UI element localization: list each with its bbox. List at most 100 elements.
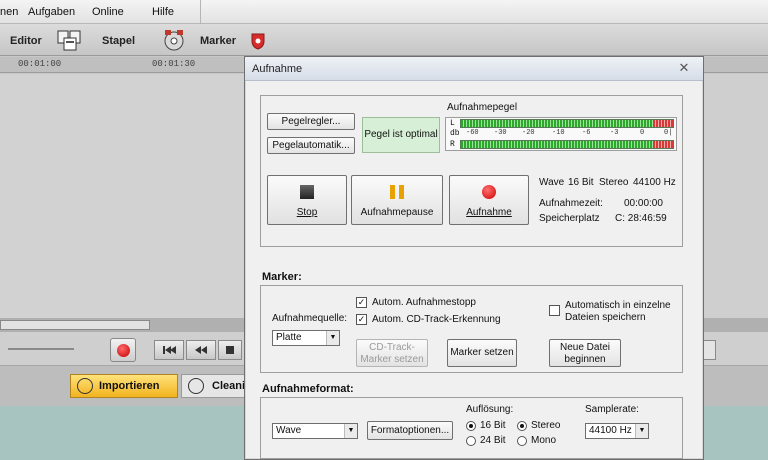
meter-db-label: db	[450, 129, 460, 138]
meter-peak-right	[653, 141, 673, 148]
marker-shield-icon[interactable]	[250, 28, 266, 52]
stop-icon	[300, 185, 314, 199]
bit16-radio[interactable]	[466, 421, 476, 431]
dialog-titlebar[interactable]: Aufnahme ✕	[245, 57, 703, 81]
space-value: C: 28:46:59	[615, 213, 667, 224]
transport-end-button[interactable]	[702, 340, 716, 360]
pegelregler-button[interactable]: Pegelregler...	[267, 113, 355, 130]
resolution-label: Auflösung:	[466, 404, 514, 415]
scale-tick: -6	[582, 129, 591, 137]
cd-track-label: Autom. CD-Track-Erkennung	[372, 314, 501, 325]
import-icon	[77, 378, 93, 394]
stereo-radio[interactable]	[517, 421, 527, 431]
rate-info: 44100 Hz	[633, 177, 676, 188]
samplerate-select[interactable]: 44100 Hz ▼	[585, 423, 649, 439]
ruler-tick: 00:01:30	[152, 59, 196, 69]
cd-track-marker-button[interactable]: CD-Track- Marker setzen	[356, 339, 428, 367]
level-meter: L db -60 -30 -20 -10 -6 -3 0 0| R	[445, 117, 677, 151]
scale-tick: -30	[494, 129, 507, 137]
format-info: Wave	[539, 177, 565, 188]
bits-info: 16 Bit	[568, 177, 594, 188]
format-section-title: Aufnahmeformat:	[262, 383, 354, 395]
meter-scale: -60 -30 -20 -10 -6 -3 0 0|	[460, 129, 674, 139]
stapel-button[interactable]: Stapel	[102, 35, 135, 47]
batch-icon[interactable]	[56, 28, 84, 52]
scale-tick: 0|	[664, 129, 673, 137]
ruler-tick: 00:01:00	[18, 59, 62, 69]
menu-item-hilfe[interactable]: Hilfe	[152, 6, 174, 18]
record-button[interactable]: Aufnahme	[449, 175, 529, 225]
pegelautomatik-button[interactable]: Pegelautomatik...	[267, 137, 355, 154]
channels-info: Stereo	[599, 177, 629, 188]
chevron-down-icon: ▼	[635, 424, 648, 438]
mono-label: Mono	[531, 435, 557, 446]
menu-item-online[interactable]: Online	[92, 6, 124, 18]
auto-stop-label: Autom. Aufnahmestopp	[372, 297, 476, 308]
editor-button[interactable]: Editor	[10, 35, 42, 47]
bit16-label: 16 Bit	[480, 420, 506, 431]
time-label: Aufnahmezeit:	[539, 198, 603, 209]
main-record-button[interactable]	[110, 338, 136, 362]
scrollbar-thumb[interactable]	[0, 320, 150, 330]
menu-divider	[200, 0, 201, 24]
bit24-radio[interactable]	[466, 436, 476, 446]
pause-button[interactable]: Aufnahmepause	[351, 175, 443, 225]
dialog-title: Aufnahme	[252, 63, 303, 75]
menu-bar: nen Aufgaben Online Hilfe	[0, 0, 768, 24]
scale-tick: -10	[552, 129, 565, 137]
new-file-button[interactable]: Neue Datei beginnen	[549, 339, 621, 367]
cd-label-icon[interactable]	[160, 28, 188, 52]
menu-item-aufgaben[interactable]: Aufgaben	[28, 6, 75, 18]
meter-channel-left: L	[450, 119, 455, 128]
record-label: Aufnahme	[466, 207, 512, 218]
split-label-line2: Dateien speichern	[565, 312, 646, 323]
format-select[interactable]: Wave ▼	[272, 423, 358, 439]
cd-track-btn-line2: Marker setzen	[360, 354, 424, 365]
cleaning-icon	[188, 378, 204, 394]
zoom-slider[interactable]	[8, 348, 74, 350]
main-toolbar: Editor Stapel Marker	[0, 24, 768, 56]
time-value: 00:00:00	[624, 198, 663, 209]
tab-importieren[interactable]: Importieren	[70, 374, 178, 398]
rewind-icon	[195, 346, 207, 354]
stop-main-button[interactable]	[218, 340, 242, 360]
scale-tick: 0	[640, 129, 645, 137]
split-files-checkbox[interactable]	[549, 305, 560, 316]
rewind-button[interactable]	[186, 340, 216, 360]
marker-button[interactable]: Marker	[200, 35, 236, 47]
set-marker-button[interactable]: Marker setzen	[447, 339, 517, 367]
mono-radio[interactable]	[517, 436, 527, 446]
source-value: Platte	[276, 332, 302, 343]
auto-stop-checkbox[interactable]: ✓	[356, 297, 367, 308]
stop-label: Stop	[296, 207, 318, 218]
bit24-label: 24 Bit	[480, 435, 506, 446]
menu-item-file[interactable]: nen	[0, 6, 18, 18]
right-panel	[702, 74, 768, 318]
format-options-button[interactable]: Formatoptionen...	[367, 421, 453, 440]
meter-title: Aufnahmepegel	[447, 102, 518, 113]
cd-track-btn-line1: CD-Track-	[369, 342, 415, 353]
space-label: Speicherplatz	[539, 213, 600, 224]
tab-importieren-label: Importieren	[99, 380, 160, 392]
skip-start-button[interactable]	[154, 340, 184, 360]
format-select-value: Wave	[276, 425, 302, 436]
new-file-btn-line2: beginnen	[564, 354, 606, 365]
samplerate-value: 44100 Hz	[589, 425, 632, 436]
marker-section-title: Marker:	[262, 271, 302, 283]
chevron-down-icon: ▼	[326, 331, 339, 345]
source-select[interactable]: Platte ▼	[272, 330, 340, 346]
split-label-line1: Automatisch in einzelne	[565, 300, 671, 311]
stop-button[interactable]: Stop	[267, 175, 347, 225]
new-file-btn-line1: Neue Datei	[559, 342, 611, 353]
close-icon[interactable]: ✕	[674, 60, 694, 77]
record-icon	[482, 185, 496, 199]
meter-bar-right	[460, 140, 674, 149]
skip-start-icon	[163, 346, 176, 354]
pause-icon	[390, 185, 404, 199]
chevron-down-icon: ▼	[344, 424, 357, 438]
stop-icon	[226, 346, 234, 354]
stereo-label: Stereo	[531, 420, 561, 431]
scale-tick: -60	[466, 129, 479, 137]
cd-track-checkbox[interactable]: ✓	[356, 314, 367, 325]
pause-label: Aufnahmepause	[360, 207, 434, 218]
